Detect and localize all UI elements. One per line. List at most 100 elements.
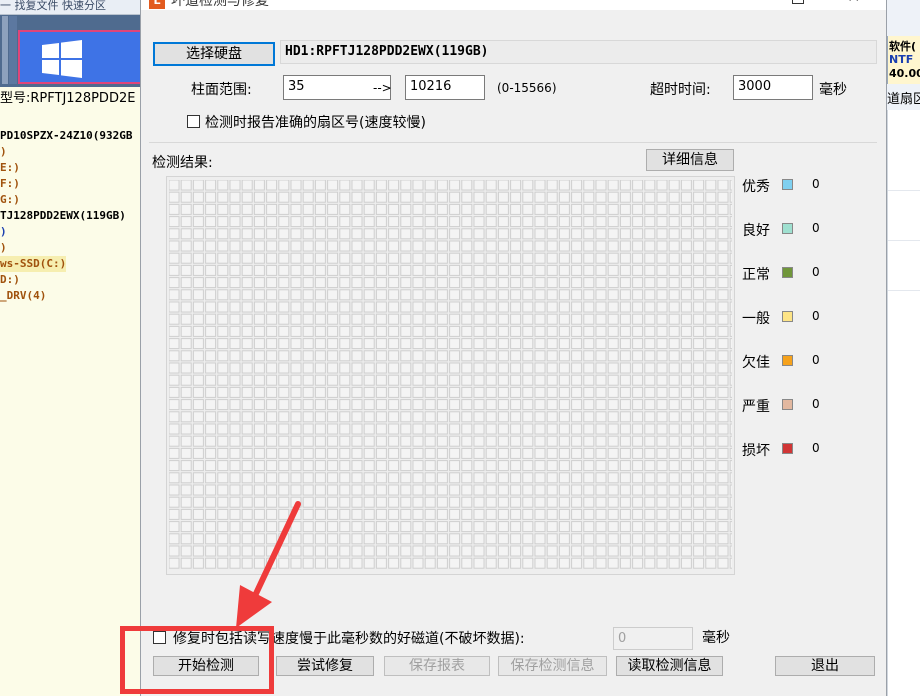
sector-cell xyxy=(461,252,473,264)
sector-cell xyxy=(192,411,204,423)
sector-cell xyxy=(436,240,448,252)
sector-cell xyxy=(290,338,302,350)
sector-cell xyxy=(290,521,302,533)
disk-partition-strip[interactable] xyxy=(2,16,8,84)
tree-item[interactable]: ) xyxy=(0,144,140,160)
sector-cell xyxy=(632,264,644,276)
sector-cell xyxy=(461,228,473,240)
sector-cell xyxy=(558,228,570,240)
sector-cell xyxy=(217,447,229,459)
tree-item[interactable]: PD10SPZX-24Z10(932GB xyxy=(0,128,140,144)
save-report-button[interactable]: 保存报表 xyxy=(384,656,490,676)
sector-cell xyxy=(693,216,705,228)
sector-cell xyxy=(595,277,607,289)
sector-cell xyxy=(412,277,424,289)
exit-button[interactable]: 退出 xyxy=(775,656,875,676)
load-scan-info-button[interactable]: 读取检测信息 xyxy=(616,656,723,676)
sector-cell xyxy=(485,447,497,459)
sector-cell xyxy=(571,228,583,240)
maximize-icon[interactable] xyxy=(792,0,804,4)
sector-cell xyxy=(510,362,522,374)
partition-fs: NTF xyxy=(889,53,914,66)
sector-cell xyxy=(632,252,644,264)
sector-cell xyxy=(607,338,619,350)
sector-cell xyxy=(583,545,595,557)
save-scan-info-button[interactable]: 保存检测信息 xyxy=(498,656,607,676)
sector-cell xyxy=(729,277,732,289)
tree-item[interactable]: E:) xyxy=(0,160,140,176)
sector-cell xyxy=(351,313,363,325)
sector-cell xyxy=(290,533,302,545)
sector-cell xyxy=(169,240,180,252)
sector-cell xyxy=(644,374,656,386)
sector-cell xyxy=(180,277,192,289)
sector-cell xyxy=(192,423,204,435)
sector-cell xyxy=(229,386,241,398)
sector-cell xyxy=(607,313,619,325)
repair-ms-input[interactable]: 0 xyxy=(613,627,693,650)
sector-cell xyxy=(522,313,534,325)
sector-cell xyxy=(656,386,668,398)
select-disk-button[interactable]: 选择硬盘 xyxy=(153,42,275,66)
sector-cell xyxy=(729,533,732,545)
try-repair-button[interactable]: 尝试修复 xyxy=(276,656,374,676)
sector-cell xyxy=(534,277,546,289)
tree-item[interactable]: D:) xyxy=(0,272,140,288)
tree-item[interactable]: ) xyxy=(0,224,140,240)
sector-cell xyxy=(607,362,619,374)
sector-cell xyxy=(412,252,424,264)
detail-info-button[interactable]: 详细信息 xyxy=(646,149,734,171)
sector-cell xyxy=(717,386,729,398)
sector-cell xyxy=(388,374,400,386)
sector-cell xyxy=(180,252,192,264)
system-partition-block[interactable] xyxy=(18,30,140,84)
tree-item[interactable]: _DRV(4) xyxy=(0,288,140,304)
sector-cell xyxy=(583,435,595,447)
sector-cell xyxy=(522,399,534,411)
sector-cell xyxy=(351,411,363,423)
timeout-input[interactable]: 3000 xyxy=(733,75,813,100)
sector-cell xyxy=(461,521,473,533)
sector-cell xyxy=(302,277,314,289)
accurate-sector-checkbox[interactable] xyxy=(187,115,200,128)
sector-cell xyxy=(363,447,375,459)
sector-cell xyxy=(546,423,558,435)
sector-cell xyxy=(253,362,265,374)
sector-cell xyxy=(302,521,314,533)
sector-cell xyxy=(729,435,732,447)
legend-count: 0 xyxy=(812,221,820,235)
sector-cell xyxy=(461,472,473,484)
sector-cell xyxy=(229,374,241,386)
sector-cell xyxy=(619,277,631,289)
sector-cell xyxy=(180,289,192,301)
sector-cell xyxy=(400,180,412,191)
sector-cell xyxy=(388,460,400,472)
sector-cell xyxy=(290,423,302,435)
tree-item[interactable]: G:) xyxy=(0,192,140,208)
sector-cell xyxy=(693,533,705,545)
sector-cell xyxy=(546,460,558,472)
sector-cell xyxy=(729,301,732,313)
sector-cell xyxy=(644,180,656,191)
sector-cell xyxy=(656,252,668,264)
close-icon[interactable]: ✕ xyxy=(847,0,860,5)
tree-item[interactable]: ) xyxy=(0,240,140,256)
sector-cell xyxy=(363,325,375,337)
sector-cell xyxy=(290,252,302,264)
sector-cell xyxy=(571,277,583,289)
sector-cell xyxy=(169,277,180,289)
sector-cell xyxy=(546,545,558,557)
sector-cell xyxy=(717,350,729,362)
sector-cell xyxy=(546,228,558,240)
sector-cell xyxy=(668,435,680,447)
disk-partition-strip[interactable] xyxy=(9,16,17,84)
sector-cell xyxy=(192,301,204,313)
sector-cell xyxy=(314,460,326,472)
cylinder-end-input[interactable]: 10216 xyxy=(405,75,485,100)
sector-cell xyxy=(607,216,619,228)
tree-item[interactable]: F:) xyxy=(0,176,140,192)
sector-cell xyxy=(424,313,436,325)
sector-cell xyxy=(619,264,631,276)
tree-item[interactable]: ws-SSD(C:) xyxy=(0,256,140,272)
tree-item[interactable]: TJ128PDD2EWX(119GB) xyxy=(0,208,140,224)
